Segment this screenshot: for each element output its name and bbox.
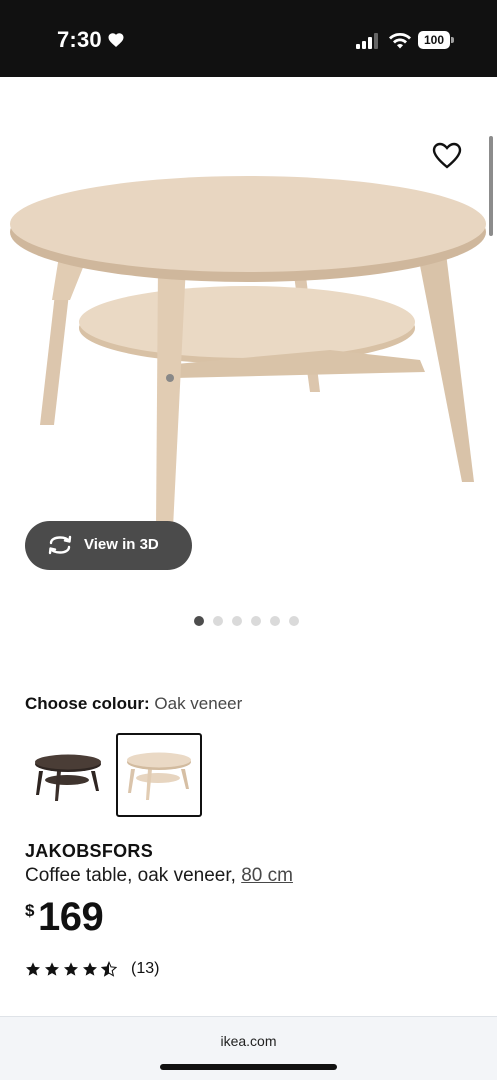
star-half-icon — [101, 961, 117, 977]
battery-level: 100 — [418, 31, 450, 49]
favourite-heart-icon[interactable] — [432, 142, 462, 170]
star-full-icon — [26, 962, 40, 976]
gallery-pagination[interactable] — [194, 616, 299, 627]
browser-bottom-bar[interactable]: ikea.com — [0, 1016, 497, 1080]
oak-veneer-table-thumbnail — [127, 752, 191, 800]
rotate-3d-icon — [48, 535, 72, 555]
review-count: (13) — [131, 960, 160, 977]
gallery-dot[interactable] — [289, 616, 299, 626]
colour-swatch-oak-veneer[interactable] — [116, 733, 202, 817]
product-rating[interactable]: (13) — [25, 958, 159, 980]
battery-tip — [451, 37, 454, 43]
coffee-table-illustration — [10, 176, 486, 528]
gallery-dot[interactable] — [232, 616, 242, 626]
signal-icon — [356, 33, 378, 49]
url-label[interactable]: ikea.com — [0, 1033, 497, 1049]
star-full-icon — [83, 962, 97, 976]
colour-swatch-dark-brown[interactable] — [25, 733, 111, 817]
battery-icon: 100 — [418, 31, 454, 49]
view-in-3d-label: View in 3D — [84, 536, 159, 553]
product-name: JAKOBSFORS — [25, 841, 154, 861]
home-indicator[interactable] — [160, 1064, 337, 1070]
price-amount: 169 — [38, 895, 104, 939]
wifi-icon — [389, 33, 411, 49]
status-bar: 7:30 100 — [0, 0, 497, 77]
product-size-link[interactable]: 80 cm — [241, 865, 293, 886]
status-time: 7:30 — [57, 27, 102, 52]
view-in-3d-button[interactable]: View in 3D — [25, 521, 192, 570]
rating-stars — [25, 961, 117, 977]
dark-brown-table-thumbnail — [35, 754, 101, 801]
gallery-dot[interactable] — [270, 616, 280, 626]
star-full-icon — [64, 962, 78, 976]
product-description: Coffee table, oak veneer, 80 cm — [25, 865, 293, 887]
gallery-dot[interactable] — [213, 616, 223, 626]
star-full-icon — [45, 962, 59, 976]
colour-chooser-heading: Choose colour: Oak veneer — [25, 694, 242, 714]
product-description-text: Coffee table, oak veneer, — [25, 865, 236, 886]
colour-value: Oak veneer — [154, 694, 243, 713]
colour-label: Choose colour: — [25, 694, 150, 713]
product-image[interactable] — [0, 90, 497, 590]
gallery-dot[interactable] — [251, 616, 261, 626]
gallery-dot[interactable] — [194, 616, 204, 626]
heart-icon — [108, 33, 124, 47]
price-currency: $ — [25, 901, 35, 920]
scrollbar[interactable] — [489, 136, 493, 236]
